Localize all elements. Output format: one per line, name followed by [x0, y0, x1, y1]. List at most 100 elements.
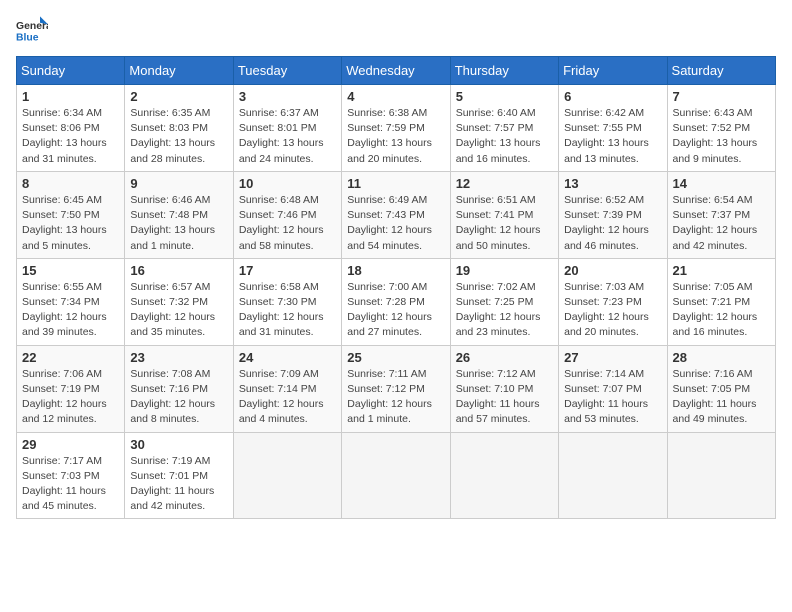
calendar-cell: 8 Sunrise: 6:45 AM Sunset: 7:50 PM Dayli… [17, 171, 125, 258]
day-number: 21 [673, 263, 770, 278]
calendar-week-3: 15 Sunrise: 6:55 AM Sunset: 7:34 PM Dayl… [17, 258, 776, 345]
day-info: Sunrise: 7:17 AM Sunset: 7:03 PM Dayligh… [22, 454, 119, 515]
calendar-cell: 1 Sunrise: 6:34 AM Sunset: 8:06 PM Dayli… [17, 85, 125, 172]
day-info: Sunrise: 6:52 AM Sunset: 7:39 PM Dayligh… [564, 193, 661, 254]
day-number: 29 [22, 437, 119, 452]
calendar-header-wednesday: Wednesday [342, 57, 450, 85]
calendar-cell: 5 Sunrise: 6:40 AM Sunset: 7:57 PM Dayli… [450, 85, 558, 172]
calendar-cell: 4 Sunrise: 6:38 AM Sunset: 7:59 PM Dayli… [342, 85, 450, 172]
calendar-cell [559, 432, 667, 519]
day-number: 26 [456, 350, 553, 365]
calendar-cell: 19 Sunrise: 7:02 AM Sunset: 7:25 PM Dayl… [450, 258, 558, 345]
day-info: Sunrise: 6:55 AM Sunset: 7:34 PM Dayligh… [22, 280, 119, 341]
calendar-cell [450, 432, 558, 519]
day-number: 23 [130, 350, 227, 365]
day-number: 19 [456, 263, 553, 278]
day-info: Sunrise: 6:34 AM Sunset: 8:06 PM Dayligh… [22, 106, 119, 167]
calendar-header-monday: Monday [125, 57, 233, 85]
day-number: 4 [347, 89, 444, 104]
day-info: Sunrise: 7:11 AM Sunset: 7:12 PM Dayligh… [347, 367, 444, 428]
calendar-header-sunday: Sunday [17, 57, 125, 85]
calendar-cell: 10 Sunrise: 6:48 AM Sunset: 7:46 PM Dayl… [233, 171, 341, 258]
day-number: 11 [347, 176, 444, 191]
calendar-cell [233, 432, 341, 519]
calendar-cell: 7 Sunrise: 6:43 AM Sunset: 7:52 PM Dayli… [667, 85, 775, 172]
calendar-cell: 21 Sunrise: 7:05 AM Sunset: 7:21 PM Dayl… [667, 258, 775, 345]
calendar-cell: 2 Sunrise: 6:35 AM Sunset: 8:03 PM Dayli… [125, 85, 233, 172]
calendar-table: SundayMondayTuesdayWednesdayThursdayFrid… [16, 56, 776, 519]
day-info: Sunrise: 7:00 AM Sunset: 7:28 PM Dayligh… [347, 280, 444, 341]
calendar-cell: 25 Sunrise: 7:11 AM Sunset: 7:12 PM Dayl… [342, 345, 450, 432]
day-number: 27 [564, 350, 661, 365]
day-number: 9 [130, 176, 227, 191]
calendar-cell [342, 432, 450, 519]
day-info: Sunrise: 6:40 AM Sunset: 7:57 PM Dayligh… [456, 106, 553, 167]
day-info: Sunrise: 6:49 AM Sunset: 7:43 PM Dayligh… [347, 193, 444, 254]
calendar-header-tuesday: Tuesday [233, 57, 341, 85]
calendar-cell: 29 Sunrise: 7:17 AM Sunset: 7:03 PM Dayl… [17, 432, 125, 519]
day-info: Sunrise: 7:08 AM Sunset: 7:16 PM Dayligh… [130, 367, 227, 428]
day-number: 2 [130, 89, 227, 104]
day-number: 15 [22, 263, 119, 278]
calendar-cell: 15 Sunrise: 6:55 AM Sunset: 7:34 PM Dayl… [17, 258, 125, 345]
logo-icon: General Blue [16, 16, 48, 44]
logo: General Blue [16, 16, 48, 44]
day-number: 10 [239, 176, 336, 191]
calendar-header-friday: Friday [559, 57, 667, 85]
calendar-header-saturday: Saturday [667, 57, 775, 85]
calendar-cell: 24 Sunrise: 7:09 AM Sunset: 7:14 PM Dayl… [233, 345, 341, 432]
day-number: 24 [239, 350, 336, 365]
day-number: 7 [673, 89, 770, 104]
day-number: 3 [239, 89, 336, 104]
day-info: Sunrise: 7:14 AM Sunset: 7:07 PM Dayligh… [564, 367, 661, 428]
calendar-week-2: 8 Sunrise: 6:45 AM Sunset: 7:50 PM Dayli… [17, 171, 776, 258]
day-info: Sunrise: 6:46 AM Sunset: 7:48 PM Dayligh… [130, 193, 227, 254]
day-info: Sunrise: 7:06 AM Sunset: 7:19 PM Dayligh… [22, 367, 119, 428]
day-info: Sunrise: 7:12 AM Sunset: 7:10 PM Dayligh… [456, 367, 553, 428]
day-number: 16 [130, 263, 227, 278]
day-info: Sunrise: 6:42 AM Sunset: 7:55 PM Dayligh… [564, 106, 661, 167]
calendar-header-row: SundayMondayTuesdayWednesdayThursdayFrid… [17, 57, 776, 85]
day-info: Sunrise: 6:54 AM Sunset: 7:37 PM Dayligh… [673, 193, 770, 254]
calendar-cell: 28 Sunrise: 7:16 AM Sunset: 7:05 PM Dayl… [667, 345, 775, 432]
day-number: 28 [673, 350, 770, 365]
calendar-cell: 27 Sunrise: 7:14 AM Sunset: 7:07 PM Dayl… [559, 345, 667, 432]
calendar-cell: 9 Sunrise: 6:46 AM Sunset: 7:48 PM Dayli… [125, 171, 233, 258]
day-number: 22 [22, 350, 119, 365]
day-info: Sunrise: 6:35 AM Sunset: 8:03 PM Dayligh… [130, 106, 227, 167]
calendar-cell: 22 Sunrise: 7:06 AM Sunset: 7:19 PM Dayl… [17, 345, 125, 432]
day-info: Sunrise: 7:05 AM Sunset: 7:21 PM Dayligh… [673, 280, 770, 341]
day-number: 8 [22, 176, 119, 191]
day-number: 6 [564, 89, 661, 104]
svg-text:Blue: Blue [16, 32, 39, 43]
day-number: 12 [456, 176, 553, 191]
day-number: 18 [347, 263, 444, 278]
calendar-week-1: 1 Sunrise: 6:34 AM Sunset: 8:06 PM Dayli… [17, 85, 776, 172]
day-info: Sunrise: 6:58 AM Sunset: 7:30 PM Dayligh… [239, 280, 336, 341]
day-number: 30 [130, 437, 227, 452]
day-info: Sunrise: 6:38 AM Sunset: 7:59 PM Dayligh… [347, 106, 444, 167]
day-info: Sunrise: 6:45 AM Sunset: 7:50 PM Dayligh… [22, 193, 119, 254]
day-info: Sunrise: 6:48 AM Sunset: 7:46 PM Dayligh… [239, 193, 336, 254]
calendar-cell: 20 Sunrise: 7:03 AM Sunset: 7:23 PM Dayl… [559, 258, 667, 345]
day-info: Sunrise: 7:02 AM Sunset: 7:25 PM Dayligh… [456, 280, 553, 341]
calendar-cell: 16 Sunrise: 6:57 AM Sunset: 7:32 PM Dayl… [125, 258, 233, 345]
calendar-cell: 30 Sunrise: 7:19 AM Sunset: 7:01 PM Dayl… [125, 432, 233, 519]
day-info: Sunrise: 7:16 AM Sunset: 7:05 PM Dayligh… [673, 367, 770, 428]
day-number: 14 [673, 176, 770, 191]
day-info: Sunrise: 6:57 AM Sunset: 7:32 PM Dayligh… [130, 280, 227, 341]
day-number: 20 [564, 263, 661, 278]
calendar-cell: 26 Sunrise: 7:12 AM Sunset: 7:10 PM Dayl… [450, 345, 558, 432]
day-info: Sunrise: 6:51 AM Sunset: 7:41 PM Dayligh… [456, 193, 553, 254]
day-number: 13 [564, 176, 661, 191]
calendar-week-4: 22 Sunrise: 7:06 AM Sunset: 7:19 PM Dayl… [17, 345, 776, 432]
calendar-cell: 12 Sunrise: 6:51 AM Sunset: 7:41 PM Dayl… [450, 171, 558, 258]
calendar-cell: 14 Sunrise: 6:54 AM Sunset: 7:37 PM Dayl… [667, 171, 775, 258]
day-info: Sunrise: 6:43 AM Sunset: 7:52 PM Dayligh… [673, 106, 770, 167]
day-number: 1 [22, 89, 119, 104]
calendar-cell: 17 Sunrise: 6:58 AM Sunset: 7:30 PM Dayl… [233, 258, 341, 345]
day-number: 5 [456, 89, 553, 104]
calendar-header-thursday: Thursday [450, 57, 558, 85]
day-info: Sunrise: 7:03 AM Sunset: 7:23 PM Dayligh… [564, 280, 661, 341]
calendar-cell: 6 Sunrise: 6:42 AM Sunset: 7:55 PM Dayli… [559, 85, 667, 172]
